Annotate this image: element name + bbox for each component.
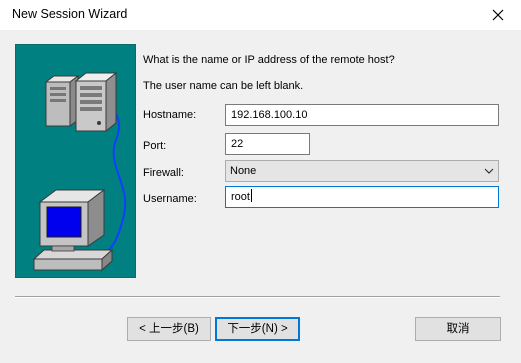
firewall-select[interactable]: None: [225, 160, 499, 182]
host-question-text: What is the name or IP address of the re…: [143, 54, 395, 66]
hostname-field[interactable]: 192.168.100.10: [225, 104, 499, 126]
close-icon: [492, 9, 504, 21]
port-value: 22: [231, 138, 244, 150]
hostname-label: Hostname:: [143, 109, 197, 121]
username-field[interactable]: root: [225, 186, 499, 208]
username-label: Username:: [143, 193, 197, 205]
hostname-value: 192.168.100.10: [231, 109, 308, 121]
port-field[interactable]: 22: [225, 133, 310, 155]
close-button[interactable]: [475, 0, 521, 30]
next-button[interactable]: 下一步(N) >: [215, 317, 300, 341]
server-computer-illustration: [32, 71, 127, 272]
network-illustration: [15, 44, 136, 278]
wizard-body: What is the name or IP address of the re…: [0, 30, 521, 363]
chevron-down-icon: [484, 168, 494, 174]
window-title: New Session Wizard: [12, 7, 128, 21]
port-label: Port:: [143, 140, 167, 152]
username-note-text: The user name can be left blank.: [143, 80, 304, 92]
title-bar: New Session Wizard: [0, 0, 521, 30]
firewall-value: None: [230, 165, 257, 177]
cancel-button[interactable]: 取消: [415, 317, 501, 341]
text-cursor: [250, 189, 252, 202]
firewall-label: Firewall:: [143, 167, 184, 179]
back-button[interactable]: < 上一步(B): [127, 317, 211, 341]
username-value: root: [231, 191, 250, 203]
divider: [15, 296, 500, 298]
